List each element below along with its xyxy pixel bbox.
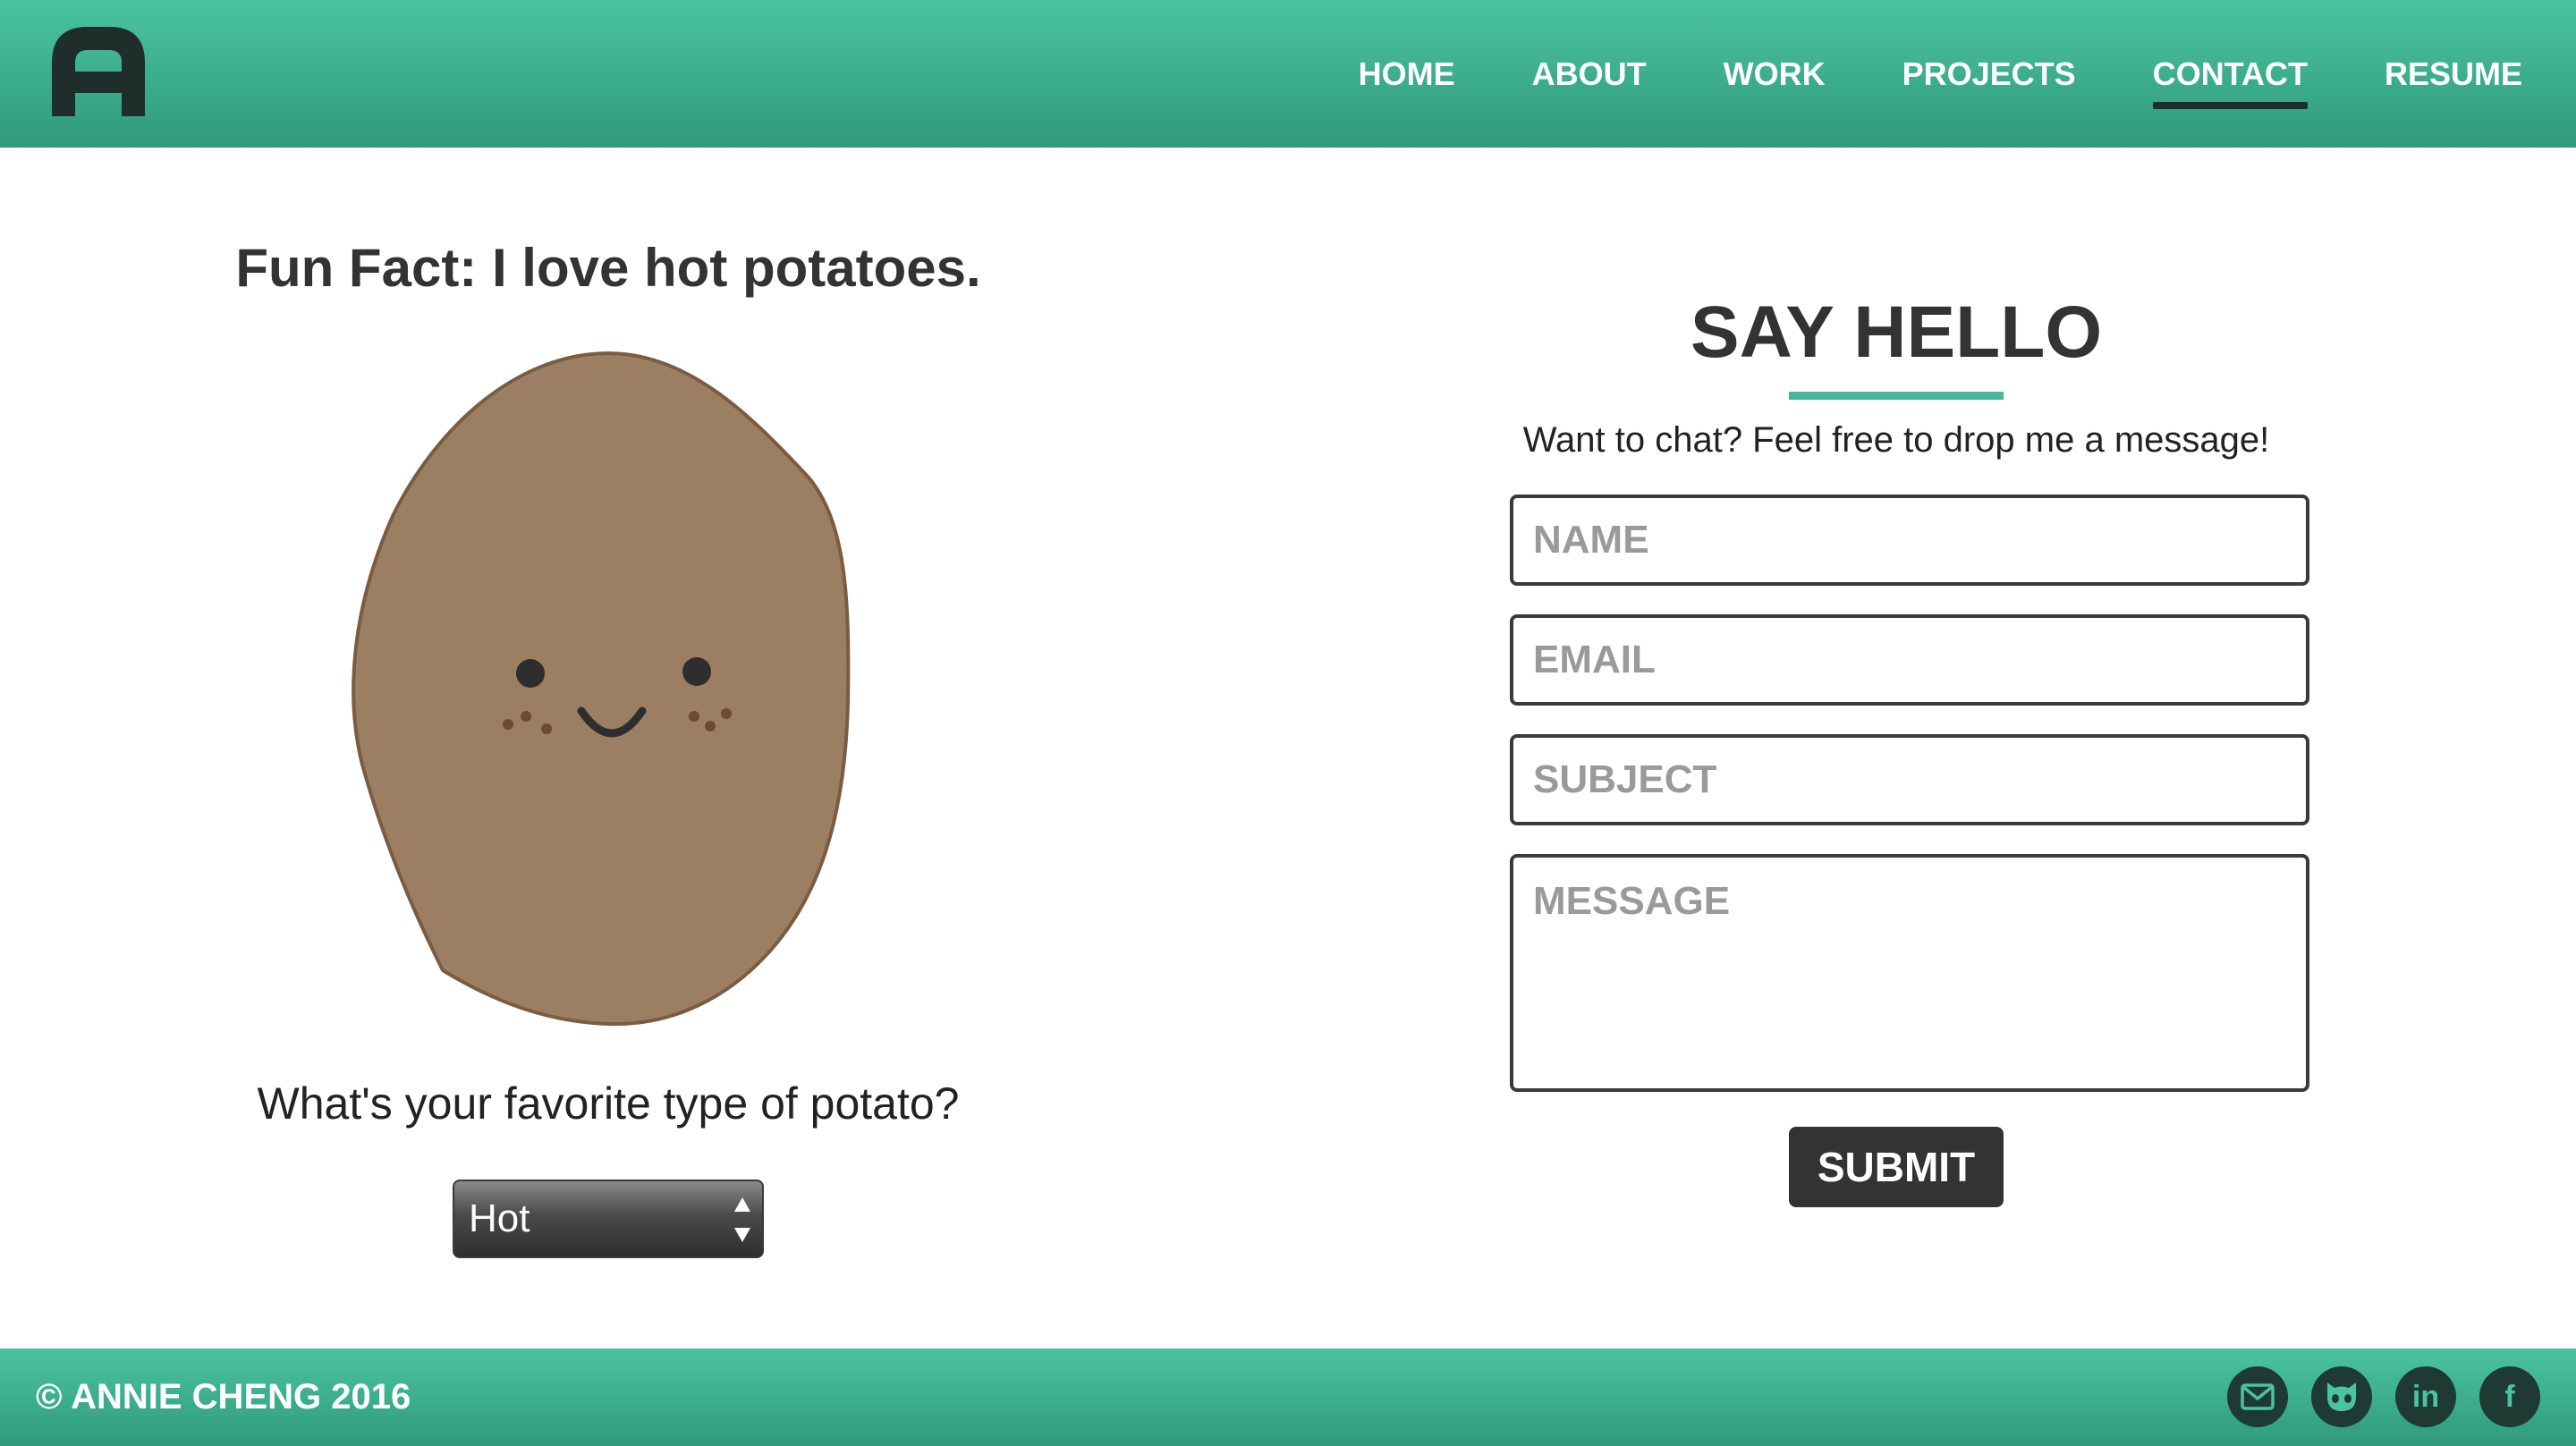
message-field[interactable]	[1510, 854, 2309, 1092]
nav-contact[interactable]: CONTACT	[2152, 48, 2309, 109]
potato-type-select[interactable]: Hot	[453, 1180, 764, 1258]
linkedin-icon[interactable]: in	[2395, 1366, 2456, 1427]
fun-fact-section: Fun Fact: I love hot potatoes. What's yo…	[0, 148, 1216, 1346]
site-footer: © ANNIE CHENG 2016 in f	[0, 1349, 2576, 1446]
freckle	[705, 721, 716, 731]
nav-about[interactable]: ABOUT	[1532, 48, 1647, 100]
contact-title: SAY HELLO	[1690, 292, 2103, 373]
contact-section: SAY HELLO Want to chat? Feel free to dro…	[1395, 148, 2397, 1346]
email-field[interactable]	[1510, 614, 2309, 706]
fun-fact-heading: Fun Fact: I love hot potatoes.	[235, 238, 981, 298]
nav-home[interactable]: HOME	[1359, 48, 1455, 100]
nav-work[interactable]: WORK	[1724, 48, 1826, 100]
select-arrows-icon	[733, 1197, 751, 1242]
left-eye	[516, 659, 545, 688]
github-icon[interactable]	[2311, 1366, 2372, 1427]
potato-illustration	[352, 351, 851, 1027]
name-field[interactable]	[1510, 495, 2309, 586]
submit-button[interactable]: SUBMIT	[1789, 1127, 2004, 1207]
main-nav: HOME ABOUT WORK PROJECTS CONTACT RESUME	[1282, 0, 2522, 148]
nav-projects[interactable]: PROJECTS	[1902, 48, 2076, 100]
right-eye	[682, 657, 711, 686]
nav-resume[interactable]: RESUME	[2385, 48, 2522, 100]
freckle	[541, 723, 552, 734]
freckle	[503, 719, 513, 730]
copyright: © ANNIE CHENG 2016	[36, 1377, 411, 1416]
contact-intro: Want to chat? Feel free to drop me a mes…	[1522, 420, 2270, 460]
select-value: Hot	[469, 1197, 530, 1240]
social-links: in f	[2227, 1366, 2540, 1427]
site-header: HOME ABOUT WORK PROJECTS CONTACT RESUME	[0, 0, 2576, 148]
freckle	[521, 711, 531, 722]
title-underline	[1789, 392, 2004, 400]
freckle	[689, 711, 699, 722]
email-icon[interactable]	[2227, 1366, 2288, 1427]
subject-field[interactable]	[1510, 734, 2309, 825]
potato-body	[352, 351, 851, 1027]
logo-icon[interactable]	[52, 27, 145, 116]
freckle	[721, 708, 732, 719]
potato-question: What's your favorite type of potato?	[257, 1078, 960, 1129]
facebook-icon[interactable]: f	[2479, 1366, 2540, 1427]
